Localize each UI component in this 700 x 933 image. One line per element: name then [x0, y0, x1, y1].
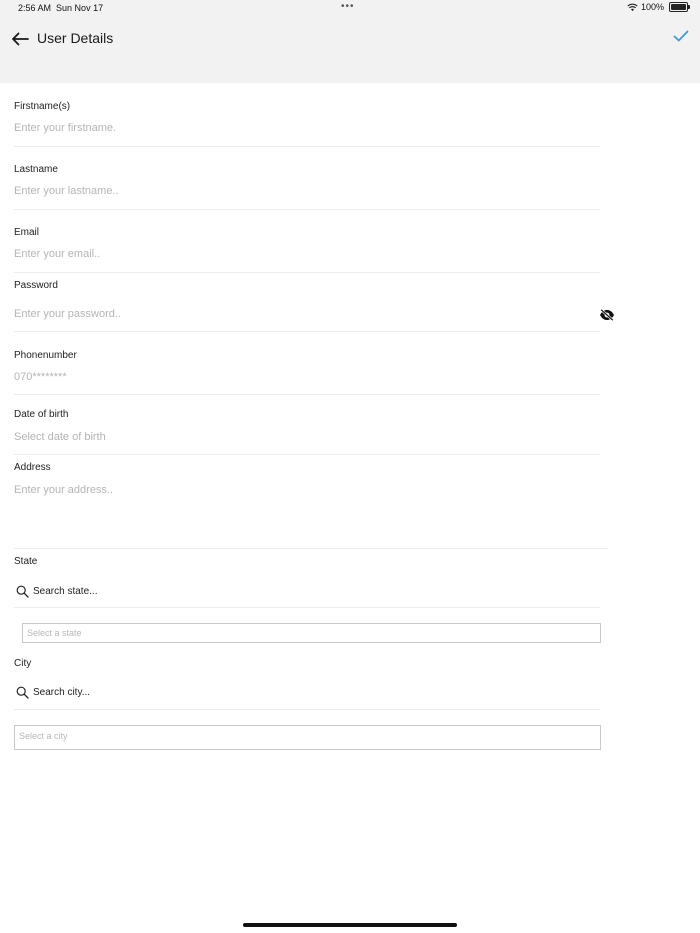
- city-search: [14, 683, 600, 701]
- search-icon: [16, 585, 29, 598]
- status-date: Sun Nov 17: [56, 3, 104, 13]
- checkmark-icon: [673, 30, 689, 42]
- status-indicators: 100%: [627, 2, 690, 12]
- firstname-label: Firstname(s): [14, 101, 71, 112]
- dob-picker[interactable]: [14, 431, 600, 443]
- dob-label: Date of birth: [14, 409, 69, 420]
- email-input[interactable]: [14, 248, 600, 260]
- address-divider: [14, 548, 608, 549]
- status-time: 2:56 AM Sun Nov 17: [18, 3, 103, 13]
- state-label: State: [14, 556, 38, 567]
- email-label: Email: [14, 227, 40, 238]
- battery-percent: 100%: [640, 2, 664, 12]
- phone-label: Phonenumber: [14, 350, 77, 361]
- lastname-label: Lastname: [14, 164, 58, 175]
- city-search-divider: [14, 709, 600, 710]
- status-clock: 2:56 AM: [18, 3, 52, 13]
- back-button[interactable]: [8, 27, 32, 51]
- phone-divider: [14, 394, 600, 395]
- lastname-divider: [14, 209, 600, 210]
- address-label: Address: [14, 462, 51, 473]
- lastname-input[interactable]: [14, 185, 600, 197]
- password-input[interactable]: [14, 308, 590, 320]
- phone-input[interactable]: [14, 371, 600, 383]
- state-search-divider: [14, 607, 600, 608]
- firstname-divider: [14, 146, 600, 147]
- dob-divider: [14, 454, 600, 455]
- city-select[interactable]: Select a city: [14, 725, 601, 750]
- city-label: City: [14, 658, 32, 669]
- save-button[interactable]: [670, 26, 692, 46]
- toggle-password-visibility-button[interactable]: [598, 307, 616, 323]
- address-textarea[interactable]: [14, 484, 600, 540]
- firstname-input[interactable]: [14, 122, 600, 134]
- status-bar: 2:56 AM Sun Nov 17 ••• 100%: [0, 0, 700, 17]
- password-divider: [14, 331, 600, 332]
- eye-off-icon: [600, 309, 614, 321]
- multitasking-dots-icon[interactable]: •••: [341, 1, 355, 12]
- state-search-input[interactable]: [33, 585, 593, 597]
- search-icon: [16, 686, 29, 699]
- email-divider: [14, 272, 600, 273]
- wifi-icon: [627, 3, 638, 11]
- page-title: User Details: [37, 30, 114, 46]
- state-search: [14, 582, 600, 600]
- arrow-left-icon: [12, 32, 29, 46]
- battery-icon: [669, 2, 690, 12]
- home-indicator[interactable]: [243, 923, 457, 927]
- password-label: Password: [14, 280, 58, 291]
- state-select[interactable]: Select a state: [22, 623, 601, 643]
- city-search-input[interactable]: [33, 686, 593, 698]
- app-header: User Details: [0, 17, 700, 83]
